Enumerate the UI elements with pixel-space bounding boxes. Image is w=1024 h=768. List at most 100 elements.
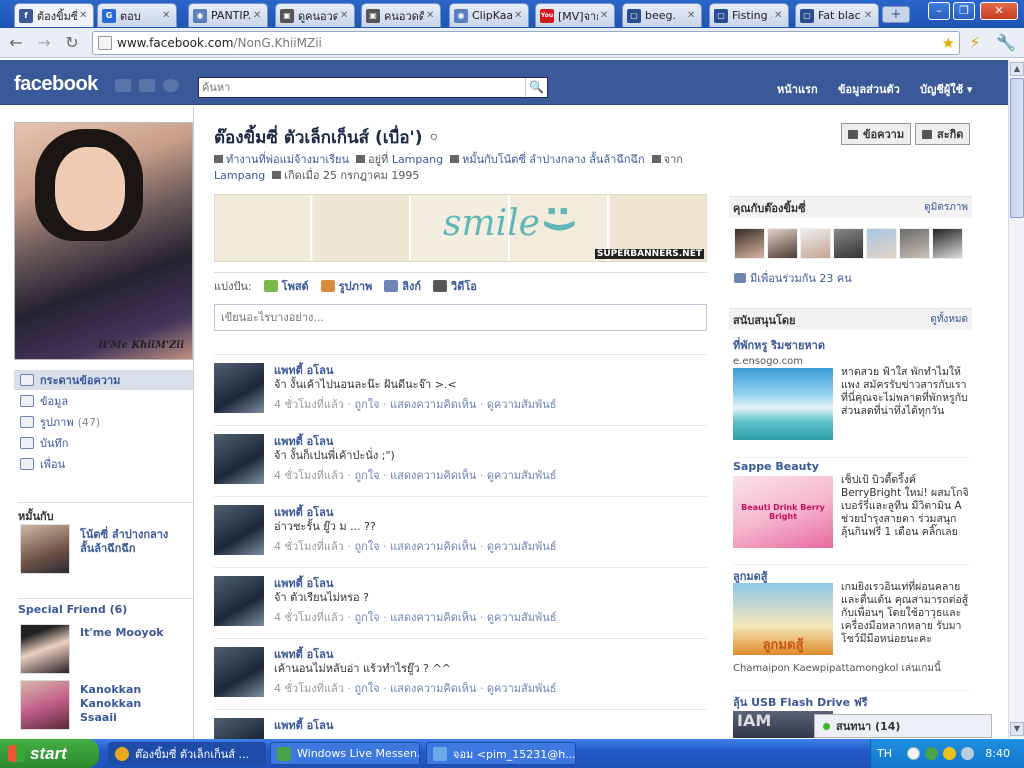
friend-name[interactable]: It'me Mooyok [80,626,180,640]
browser-tab[interactable]: ▢ Fat blac ✕ [795,3,879,27]
mutual-friend-thumb[interactable] [800,228,831,259]
ad-image[interactable]: Beauti Drink Berry Bright [733,476,833,548]
volume-icon[interactable] [961,747,974,760]
scroll-up-icon[interactable]: ▲ [1010,62,1024,76]
sidebar-item-info[interactable]: ข้อมูล [14,391,193,411]
browser-tab[interactable]: ▣ ดูคนอวด ✕ [275,3,355,27]
tray-icon[interactable] [907,747,920,760]
engaged-photo[interactable] [20,524,70,574]
comment-link[interactable]: แสดงความคิดเห็น [390,611,476,624]
avatar[interactable] [214,505,264,555]
comment-link[interactable]: แสดงความคิดเห็น [390,398,476,411]
avatar[interactable] [214,434,264,484]
mutual-friend-thumb[interactable] [734,228,765,259]
messages-icon[interactable] [139,79,155,92]
avatar[interactable] [214,718,264,739]
close-icon[interactable]: ✕ [340,10,350,21]
see-friendship-link[interactable]: ดูความสัมพันธ์ [487,469,557,482]
ad-title[interactable]: ที่พักหรู ริมชายหาด [733,336,970,354]
message-button[interactable]: ข้อความ [841,123,912,145]
nav-home[interactable]: หน้าแรก [777,80,818,98]
close-icon[interactable]: ✕ [774,10,784,21]
mutual-friend-thumb[interactable] [899,228,930,259]
messenger-tray-icon[interactable] [925,747,938,760]
forward-icon[interactable]: → [34,33,54,53]
comment-link[interactable]: แสดงความคิดเห็น [390,469,476,482]
scroll-thumb[interactable] [1010,78,1024,218]
engaged-name[interactable]: โน้ตซี่ ลำปางกลาง ลั้นล้าฉึกฉึก [80,528,180,556]
mutual-friend-thumb[interactable] [833,228,864,259]
from-link[interactable]: Lampang [214,169,265,182]
browser-tab[interactable]: G ตอบ ✕ [97,3,177,27]
facebook-logo[interactable]: facebook [14,73,98,96]
close-window-button[interactable]: ✕ [980,2,1018,20]
see-all-link[interactable]: ดูทั้งหมด [930,312,968,327]
taskbar-item[interactable]: ต๊องขิ้มซี่ ตัวเล็กเก็นส์ ... [108,742,266,765]
mutual-friend-thumb[interactable] [866,228,897,259]
like-link[interactable]: ถูกใจ [354,398,379,411]
sidebar-item-notes[interactable]: บันทึก [14,433,193,453]
friend-photo[interactable] [20,624,70,674]
sidebar-item-wall[interactable]: กระดานข้อความ [14,370,193,390]
avatar[interactable] [214,647,264,697]
share-status-button[interactable]: โพสต์ [263,277,309,295]
close-icon[interactable]: ✕ [162,10,172,21]
language-indicator[interactable]: TH [877,747,892,760]
comment-link[interactable]: แสดงความคิดเห็น [390,540,476,553]
mutual-friends-count[interactable]: มีเพื่อนร่วมกัน 23 คน [734,269,852,287]
post-time[interactable]: 4 ชั่วโมงที่แล้ว [274,398,344,411]
close-icon[interactable]: ✕ [864,10,874,21]
post-time[interactable]: 4 ชั่วโมงที่แล้ว [274,540,344,553]
see-friendship-link[interactable]: ดูมิตรภาพ [924,200,968,215]
bookmark-star-icon[interactable]: ★ [942,34,955,52]
close-icon[interactable]: ✕ [79,10,89,21]
see-friendship-link[interactable]: ดูความสัมพันธ์ [487,611,557,624]
back-icon[interactable]: ← [6,33,26,53]
mutual-friend-thumb[interactable] [932,228,963,259]
scroll-down-icon[interactable]: ▼ [1010,722,1024,736]
avatar[interactable] [214,576,264,626]
address-bar[interactable]: www.facebook.com/NonG.KhiiMZii ★ [92,31,960,55]
poke-button[interactable]: สะกิด [915,123,971,145]
reload-icon[interactable]: ↻ [62,33,82,53]
post-time[interactable]: 4 ชั่วโมงที่แล้ว [274,682,344,695]
new-tab-button[interactable]: + [882,6,910,23]
relationship-link[interactable]: หมั้นกับโน้ตซี่ ลำปางกลาง ลั้นล้าฉึกฉึก [462,153,645,166]
ad-image[interactable]: ลูกมดสู้ [733,583,833,655]
share-video-button[interactable]: วิดีโอ [433,277,477,295]
close-icon[interactable]: ✕ [514,10,524,21]
like-link[interactable]: ถูกใจ [354,611,379,624]
profile-picture[interactable]: It'Me KhiiM'Zii [14,122,193,360]
see-friendship-link[interactable]: ดูความสัมพันธ์ [487,540,557,553]
like-link[interactable]: ถูกใจ [354,540,379,553]
close-icon[interactable]: ✕ [426,10,436,21]
comment-link[interactable]: แสดงความคิดเห็น [390,682,476,695]
search-input[interactable] [199,78,519,97]
wrench-icon[interactable]: 🔧 [996,33,1016,53]
chat-bar[interactable]: สนทนา (14) [814,714,992,738]
ad-image[interactable] [733,368,833,440]
browser-tab[interactable]: ▣ คนอวดดี ✕ [361,3,441,27]
close-icon[interactable]: ✕ [253,10,263,21]
special-friends-heading[interactable]: Special Friend (6) [18,598,193,616]
sidebar-item-photos[interactable]: รูปภาพ (47) [14,412,193,432]
avatar[interactable] [214,363,264,413]
start-button[interactable]: start [0,739,99,768]
like-link[interactable]: ถูกใจ [354,469,379,482]
friend-requests-icon[interactable] [115,79,131,92]
lives-link[interactable]: Lampang [392,153,443,166]
sidebar-item-friends[interactable]: เพื่อน [14,454,193,474]
see-friendship-link[interactable]: ดูความสัมพันธ์ [487,682,557,695]
browser-tab[interactable]: f ต้องขิ้มซี่ ✕ [14,3,94,27]
browser-tab[interactable]: You [MV]จาก ✕ [535,3,615,27]
post-time[interactable]: 4 ชั่วโมงที่แล้ว [274,469,344,482]
tray-icon[interactable] [943,747,956,760]
browser-tab[interactable]: ▢ Fisting a ✕ [709,3,789,27]
share-link-button[interactable]: ลิงก์ [384,277,421,295]
ad-unit[interactable]: ลูกมดสู้ ลูกมดสู้ เกมยิงเรวอินเท่ที่ผ่อน… [733,564,970,684]
ad-unit[interactable]: ที่พักหรู ริมชายหาด e.ensogo.com หาดสวย … [733,336,970,446]
browser-tab[interactable]: ◉ PANTIP. ✕ [188,3,268,27]
clock[interactable]: 8:40 [985,747,1010,760]
work-link[interactable]: ทำงานที่พ่อแม่จ้างมาเรียน [226,153,349,166]
nav-account[interactable]: บัญชีผู้ใช้ ▾ [920,80,972,98]
